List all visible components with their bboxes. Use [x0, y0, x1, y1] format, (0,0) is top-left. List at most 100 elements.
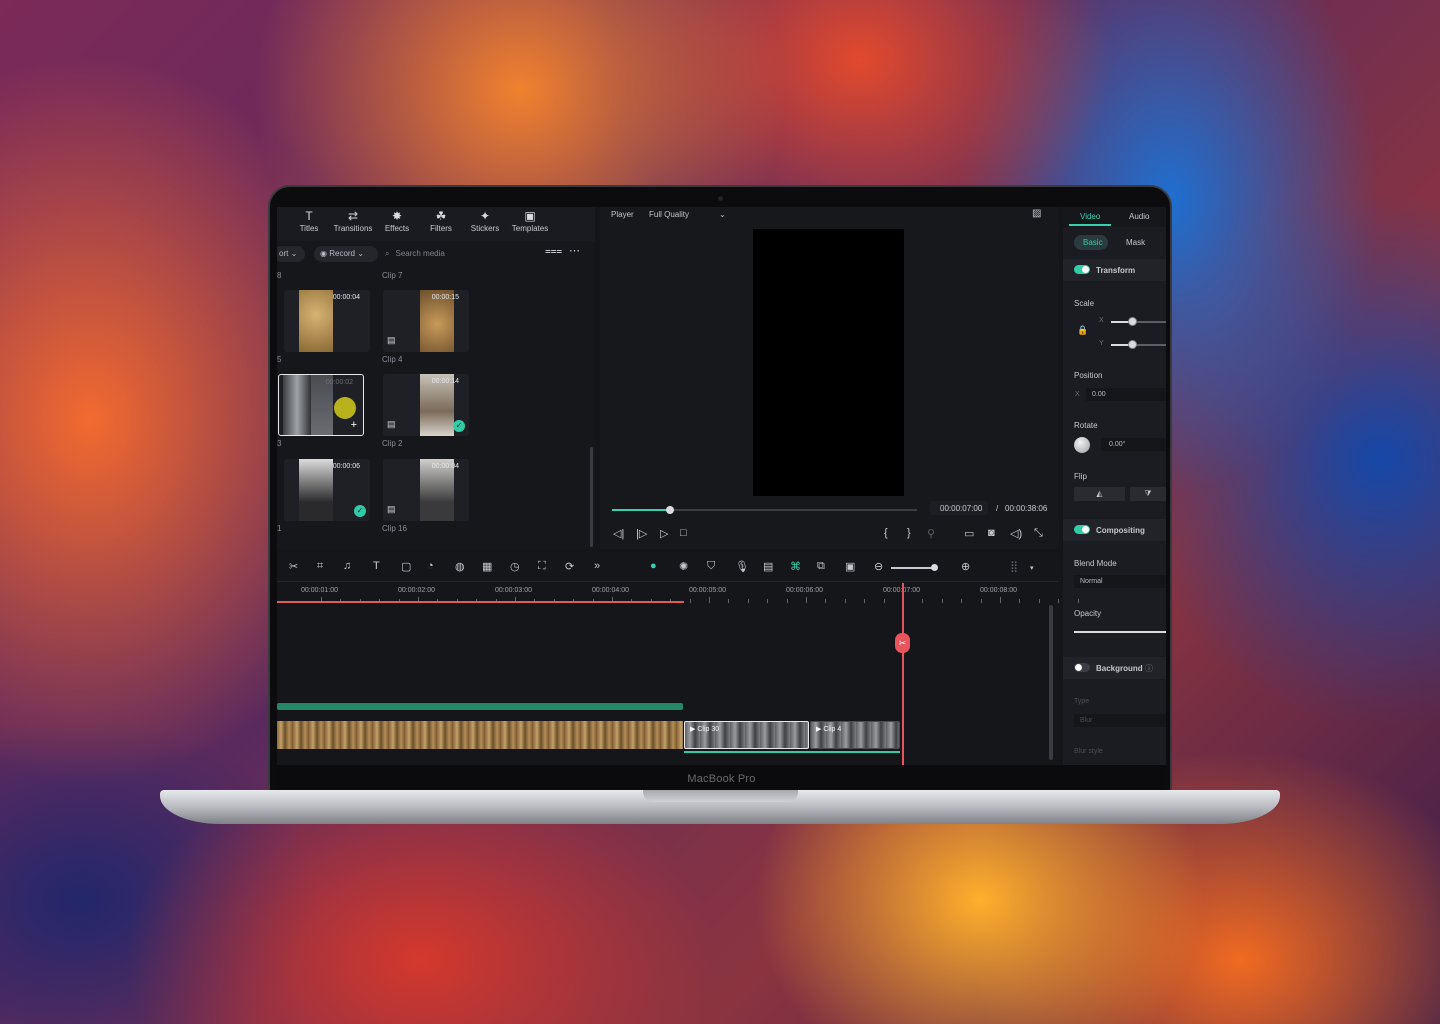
timeline-scrollbar[interactable]: [1049, 605, 1053, 760]
more-tools-icon[interactable]: »: [594, 560, 600, 572]
timer-icon[interactable]: ◷: [510, 560, 520, 573]
playhead[interactable]: [902, 583, 904, 765]
filter-icon[interactable]: ⩶: [545, 246, 562, 257]
sort-dropdown[interactable]: ort ⌄: [277, 246, 305, 262]
zoom-slider[interactable]: [891, 567, 935, 569]
transform-toggle[interactable]: [1074, 265, 1090, 274]
scale-x-knob[interactable]: [1128, 317, 1137, 326]
flip-vertical-icon[interactable]: ⧩: [1130, 487, 1166, 501]
opacity-slider[interactable]: [1074, 631, 1166, 633]
lock-icon[interactable]: 🔒: [1077, 325, 1088, 336]
tab-audio[interactable]: Audio: [1129, 212, 1149, 221]
rotate-field[interactable]: 0.00°: [1101, 438, 1166, 451]
media-thumbnail[interactable]: 00:00:06 ✓: [284, 459, 370, 521]
replace-icon[interactable]: ▣: [845, 560, 855, 573]
add-icon[interactable]: +: [351, 419, 357, 431]
filters-button[interactable]: ☘ Filters: [418, 209, 464, 233]
magnet-icon[interactable]: ⌘: [790, 560, 801, 573]
text-icon[interactable]: T: [373, 560, 380, 572]
camera-icon: [718, 196, 723, 201]
marker-icon[interactable]: ⚲: [927, 527, 935, 540]
media-scrollbar[interactable]: [590, 447, 593, 547]
zoom-knob[interactable]: [931, 564, 938, 571]
media-thumbnail[interactable]: 00:00:04: [284, 290, 370, 352]
mic-icon[interactable]: 🎙: [735, 560, 749, 573]
chevron-down-icon[interactable]: ▾: [1030, 564, 1034, 572]
voice-icon[interactable]: ▤: [763, 560, 773, 573]
split-icon[interactable]: ✂: [289, 560, 298, 573]
grid-icon[interactable]: ⣿: [1010, 560, 1018, 573]
timeline-ruler[interactable]: 00:00:01:00 00:00:02:00 00:00:03:00 00:0…: [277, 583, 1079, 603]
media-thumbnail[interactable]: 00:00:14 ▤ ✓: [383, 374, 469, 436]
fullscreen-icon[interactable]: ⤡: [1034, 527, 1043, 540]
search-input[interactable]: ⌕ Search media: [385, 246, 445, 262]
playhead-scissors-icon[interactable]: ✂: [895, 633, 910, 653]
stabilize-icon[interactable]: ▦: [482, 560, 492, 573]
ruler-tick: [728, 599, 730, 603]
check-icon: ✓: [453, 420, 465, 432]
timeline-clip[interactable]: ▶ Clip 4: [810, 721, 900, 749]
media-thumbnail[interactable]: 00:00:04 ▤: [383, 459, 469, 521]
ai-icon[interactable]: ●: [650, 560, 657, 572]
keyframe-icon[interactable]: ⟳: [565, 560, 574, 573]
quality-dropdown[interactable]: Full Quality ⌄: [649, 210, 726, 219]
clip-label: Clip 16: [382, 524, 407, 533]
stickers-button[interactable]: ✦ Stickers: [462, 209, 508, 233]
help-icon[interactable]: ⓘ: [1145, 663, 1153, 674]
prev-frame-icon[interactable]: ◁|: [613, 527, 624, 540]
blend-mode-label: Blend Mode: [1074, 559, 1117, 568]
more-icon[interactable]: ⋯: [569, 244, 580, 257]
progress-bar[interactable]: [612, 506, 917, 514]
render-icon[interactable]: ✺: [679, 560, 688, 573]
position-x-field[interactable]: 0.00: [1086, 388, 1166, 401]
thumbnail-image: [283, 375, 311, 435]
play-icon[interactable]: ▷: [660, 527, 668, 540]
titles-button[interactable]: T Titles: [286, 209, 332, 233]
mark-out-icon[interactable]: }: [907, 527, 911, 539]
media-thumbnail-selected[interactable]: 00:00:02 +: [278, 374, 364, 436]
subtab-mask[interactable]: Mask: [1126, 238, 1145, 247]
rotate-dial[interactable]: [1074, 437, 1090, 453]
ruler-tick: [747, 599, 749, 603]
camera-snapshot-icon[interactable]: ◙: [988, 527, 995, 539]
pip-icon[interactable]: ⧉: [817, 560, 825, 573]
tab-video[interactable]: Video: [1080, 212, 1100, 221]
background-toggle[interactable]: [1074, 663, 1090, 672]
inspector-panel: Video Audio Basic Mask Transform Scale 🔒…: [1063, 207, 1166, 765]
ruler-tick: [825, 599, 827, 603]
zoom-in-icon[interactable]: ⊕: [961, 560, 970, 573]
mask-icon[interactable]: ▢: [401, 560, 411, 573]
flip-label: Flip: [1074, 472, 1087, 481]
flip-horizontal-icon[interactable]: ◭: [1074, 487, 1125, 501]
media-thumbnail[interactable]: 00:00:15 ▤: [383, 290, 469, 352]
transitions-button[interactable]: ⇄ Transitions: [330, 209, 376, 233]
effects-button[interactable]: ✸ Effects: [374, 209, 420, 233]
volume-icon[interactable]: ◁): [1010, 527, 1022, 540]
compositing-toggle[interactable]: [1074, 525, 1090, 534]
progress-knob[interactable]: [665, 506, 674, 514]
color-icon[interactable]: ◍: [455, 560, 465, 573]
record-dropdown[interactable]: ◉ Record ⌄: [314, 246, 378, 262]
zoom-out-icon[interactable]: ⊖: [874, 560, 883, 573]
film-icon: ▤: [387, 504, 396, 514]
mark-in-icon[interactable]: {: [884, 527, 888, 539]
timeline-clip[interactable]: ▶ Clip 30: [684, 721, 809, 749]
snapshot-icon[interactable]: ▨: [1032, 208, 1041, 219]
scale-y-knob[interactable]: [1128, 340, 1137, 349]
ruler-tick: [1019, 599, 1021, 603]
video-track-clip[interactable]: [277, 721, 683, 749]
speed-icon[interactable]: ◔: [427, 560, 434, 572]
audio-track[interactable]: [277, 703, 683, 710]
blend-mode-select[interactable]: Normal: [1074, 575, 1166, 588]
display-icon[interactable]: ▭: [964, 527, 974, 540]
fit-icon[interactable]: ⛶: [538, 560, 546, 573]
subtab-basic[interactable]: Basic: [1083, 238, 1103, 247]
play-frame-icon[interactable]: |▷: [636, 527, 647, 540]
type-select[interactable]: Blur: [1074, 714, 1166, 727]
ruler-tick: [689, 599, 691, 603]
crop-icon[interactable]: ⌗: [317, 560, 323, 573]
stop-icon[interactable]: □: [680, 527, 687, 539]
shield-icon[interactable]: ⛉: [707, 560, 715, 573]
templates-button[interactable]: ▣ Templates: [507, 209, 553, 233]
audio-edit-icon[interactable]: ♫: [343, 560, 351, 572]
